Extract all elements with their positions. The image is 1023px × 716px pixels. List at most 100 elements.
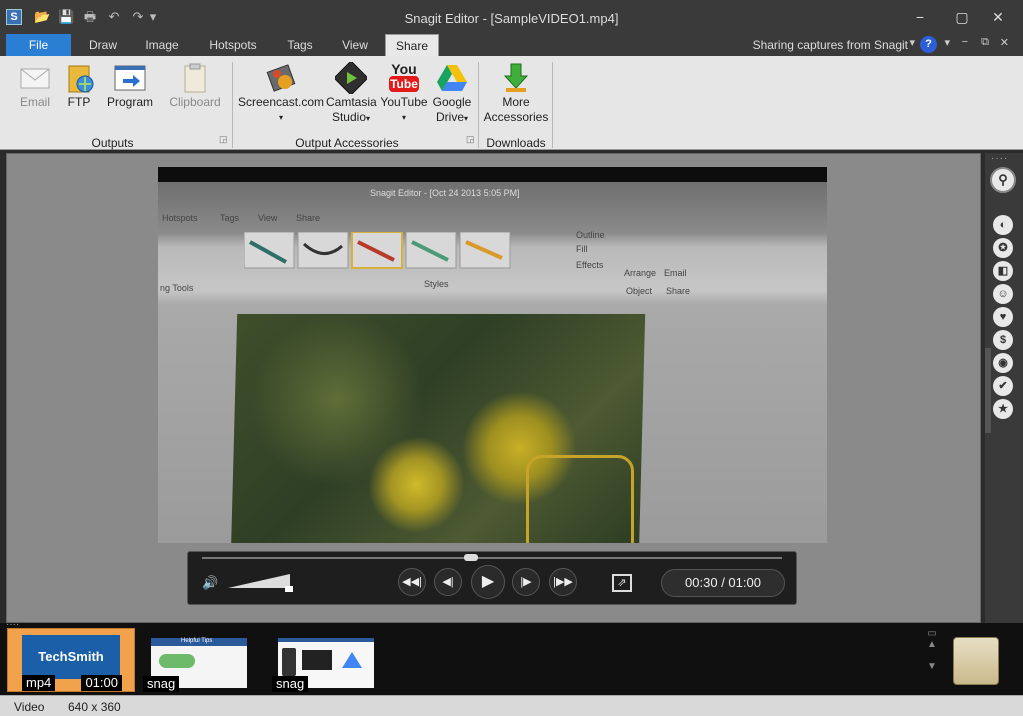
youtube-you: You — [391, 61, 417, 77]
program-button[interactable]: Program — [104, 62, 156, 109]
seek-thumb[interactable] — [464, 554, 478, 561]
volume-thumb[interactable] — [285, 586, 293, 592]
tab-view[interactable]: View — [332, 34, 378, 56]
video-ghost-menu-4: Share — [296, 213, 321, 223]
techsmith-thumbnail: TechSmith — [22, 635, 120, 679]
clipboard-button[interactable]: Clipboard — [164, 62, 226, 109]
tray-item-type: mp4 — [22, 675, 56, 691]
tray-item-snag-2[interactable]: snag — [272, 628, 376, 692]
volume-slider[interactable] — [228, 574, 290, 588]
video-ghost-menu-2: Tags — [220, 213, 240, 223]
video-ghost-effects: Effects — [576, 260, 604, 270]
step-back-button[interactable]: ◀| — [434, 568, 462, 596]
more-accessories-button[interactable]: More Accessories — [482, 62, 550, 124]
export-frame-icon[interactable]: ⇗ — [612, 574, 632, 592]
video-ghost-arrows — [244, 232, 511, 269]
camtasia-label-2: Studio▾ — [331, 110, 371, 124]
video-ghost-email: Email — [664, 268, 687, 278]
dollar-icon[interactable]: $ — [993, 330, 1013, 350]
ribbon-close-icon[interactable]: ✕ — [1000, 36, 1009, 49]
ribbon: Email FTP Program Clipboard Outputs ◲ Sc… — [0, 56, 1023, 150]
video-ghost-object: Object — [626, 286, 653, 296]
sharing-dropdown-icon[interactable]: ▾ — [909, 36, 915, 49]
seek-track[interactable] — [202, 557, 782, 559]
google-drive-button[interactable]: Google Drive▾ — [430, 62, 474, 125]
rewind-button[interactable]: ◀◀| — [398, 568, 426, 596]
ribbon-restore-icon[interactable]: ⧉ — [981, 36, 989, 49]
open-library-folder-icon[interactable] — [953, 637, 999, 685]
clipboard-label: Clipboard — [169, 95, 221, 109]
tray-item-type: snag — [143, 676, 180, 692]
tray-item-snag-1[interactable]: Helpful Tips snag — [143, 628, 247, 692]
youtube-dropdown-icon[interactable]: ▾ — [378, 111, 430, 124]
group-separator — [232, 62, 233, 148]
tab-tags[interactable]: Tags — [278, 34, 322, 56]
snag-thumbnail-2-phone — [282, 648, 296, 676]
stamp-category-icon-1[interactable]: ◐ — [993, 215, 1013, 235]
tray-item-type: snag — [272, 676, 309, 692]
panel-grip[interactable]: ···· — [991, 153, 1008, 164]
maximize-button[interactable]: ▢ — [947, 6, 977, 28]
heart-icon[interactable]: ♥ — [993, 307, 1013, 327]
snag-thumbnail-2-drive — [342, 652, 362, 668]
star-icon[interactable]: ★ — [993, 399, 1013, 419]
video-highlight-ring — [526, 455, 634, 543]
video-ghost-outline: Outline — [576, 230, 605, 240]
youtube-tube: Tube — [389, 76, 419, 92]
smiley-icon[interactable]: ☺ — [993, 284, 1013, 304]
panel-collapse-tab[interactable] — [985, 348, 991, 433]
outputs-launcher-icon[interactable]: ◲ — [219, 134, 228, 145]
google-drive-label: Google — [432, 95, 472, 109]
tray-scroll-controls[interactable]: ▭ ▲ ▼ — [925, 628, 939, 690]
circle-icon[interactable]: ◉ — [993, 353, 1013, 373]
youtube-icon: You Tube — [388, 62, 420, 94]
volume-icon[interactable]: 🔊 — [202, 575, 218, 591]
title-bar: S 📂 💾 🖶 ↶ ↷ ▾ Snagit Editor - [SampleVID… — [0, 0, 1023, 34]
video-top-band — [158, 167, 827, 182]
checkmark-icon[interactable]: ✔ — [993, 376, 1013, 396]
search-icon[interactable]: ⚲ — [990, 167, 1016, 193]
video-ghost-menu-1: Hotspots — [162, 213, 198, 223]
screencast-button[interactable]: Screencast.com ▾ — [238, 62, 324, 124]
tray-item-duration: 01:00 — [81, 675, 122, 691]
email-button[interactable]: Email — [14, 62, 56, 109]
tray-item-video[interactable]: TechSmith mp4 01:00 — [7, 628, 135, 692]
ribbon-tabs: File Draw Image Hotspots Tags View Share… — [0, 34, 1023, 56]
downloads-group-label: Downloads — [486, 136, 546, 150]
envelope-icon — [19, 62, 51, 94]
tab-draw[interactable]: Draw — [80, 34, 126, 56]
snag-thumbnail-1-title: Helpful Tips — [181, 638, 213, 644]
group-separator — [552, 62, 553, 148]
tab-hotspots[interactable]: Hotspots — [198, 34, 268, 56]
ftp-label: FTP — [67, 95, 91, 109]
play-button[interactable]: ▶ — [471, 565, 505, 599]
snag-thumbnail-2-monitor — [302, 650, 332, 670]
fast-forward-button[interactable]: |▶▶ — [549, 568, 577, 596]
more-label: More — [502, 95, 530, 109]
status-bar: Video 640 x 360 — [0, 695, 1023, 716]
tab-file[interactable]: File — [6, 34, 71, 56]
help-dropdown-icon[interactable]: ▾ — [944, 36, 950, 49]
youtube-button[interactable]: You Tube YouTube ▾ — [378, 62, 430, 124]
accessories-launcher-icon[interactable]: ◲ — [466, 134, 475, 145]
program-label: Program — [106, 95, 153, 109]
screencast-label: Screencast.com — [238, 95, 325, 109]
ftp-button[interactable]: FTP — [62, 62, 96, 109]
help-icon[interactable]: ? — [920, 36, 937, 53]
close-button[interactable]: ✕ — [983, 6, 1013, 28]
more-label-2: Accessories — [483, 110, 549, 124]
minimize-button[interactable]: − — [905, 6, 935, 28]
ftp-folder-icon — [63, 62, 95, 94]
step-forward-button[interactable]: |▶ — [512, 568, 540, 596]
google-drive-label-2: Drive▾ — [435, 110, 469, 124]
tab-share[interactable]: Share — [385, 34, 439, 56]
ribbon-minimize-icon[interactable]: − — [962, 36, 968, 48]
video-ghost-arrange: Arrange — [624, 268, 657, 278]
tab-image[interactable]: Image — [136, 34, 188, 56]
stamp-category-icon-3[interactable]: ◧ — [993, 261, 1013, 281]
group-separator — [478, 62, 479, 148]
screencast-dropdown-icon[interactable]: ▾ — [238, 111, 324, 124]
camtasia-button[interactable]: Camtasia Studio▾ — [326, 60, 377, 125]
stamp-category-icon-2[interactable]: ✪ — [993, 238, 1013, 258]
outputs-group-label: Outputs — [91, 136, 134, 150]
